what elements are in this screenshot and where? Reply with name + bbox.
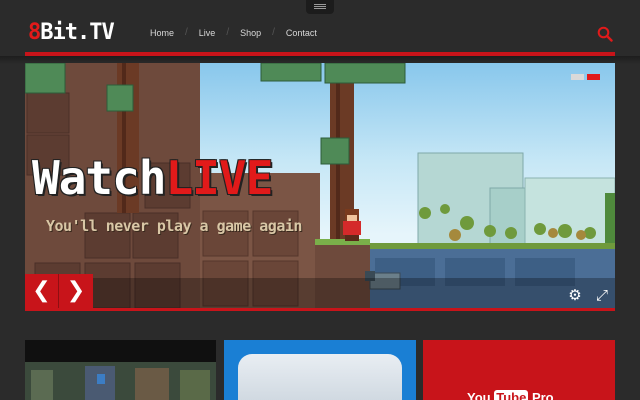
youtube-logo: You Tube Pro: [467, 390, 554, 400]
youtube-logo-pro: Pro: [531, 390, 554, 400]
slide-dot[interactable]: [571, 74, 584, 80]
nav-separator: /: [272, 27, 275, 38]
logo[interactable]: 8Bit.TV: [28, 19, 115, 47]
card-game-thumbnail[interactable]: [25, 340, 216, 400]
nav-live[interactable]: Live: [199, 28, 216, 38]
slide-indicators: [571, 74, 600, 80]
nav-separator: /: [226, 27, 230, 38]
chevron-left-icon[interactable]: ❮: [25, 274, 59, 308]
main-nav: Home / Live / Shop / Contact: [150, 27, 317, 38]
search-icon[interactable]: [597, 26, 613, 42]
hero-title-white: Watch: [32, 151, 166, 205]
fullscreen-icon[interactable]: ⤢: [594, 287, 610, 303]
app-icon: [238, 354, 402, 400]
chevron-right-icon[interactable]: ❯: [59, 274, 93, 308]
site-header: 8Bit.TV Home / Live / Shop / Contact: [0, 14, 640, 52]
slider-arrows: ❮ ❯: [25, 274, 95, 308]
nav-shop[interactable]: Shop: [240, 28, 261, 38]
slide-dot-active[interactable]: [587, 74, 600, 80]
hero-title: WatchLIVE: [32, 151, 273, 205]
youtube-logo-you: You: [467, 390, 491, 400]
youtube-logo-tube: Tube: [494, 390, 529, 400]
logo-number: 8: [28, 20, 41, 45]
card-youtube[interactable]: You Tube Pro: [423, 340, 615, 400]
game-thumbnail-art: [25, 340, 216, 400]
hero-title-red: LIVE: [165, 151, 273, 205]
nav-contact[interactable]: Contact: [286, 28, 317, 38]
card-app[interactable]: [224, 340, 416, 400]
pull-down-handle[interactable]: [306, 0, 334, 14]
nav-separator: /: [185, 27, 188, 38]
gear-icon[interactable]: ⚙: [567, 287, 583, 303]
hero-subtitle: You'll never play a game again: [46, 217, 302, 235]
nav-home[interactable]: Home: [150, 28, 174, 38]
hero-bottom-bar: [25, 308, 615, 311]
logo-text: Bit.TV: [40, 20, 114, 45]
